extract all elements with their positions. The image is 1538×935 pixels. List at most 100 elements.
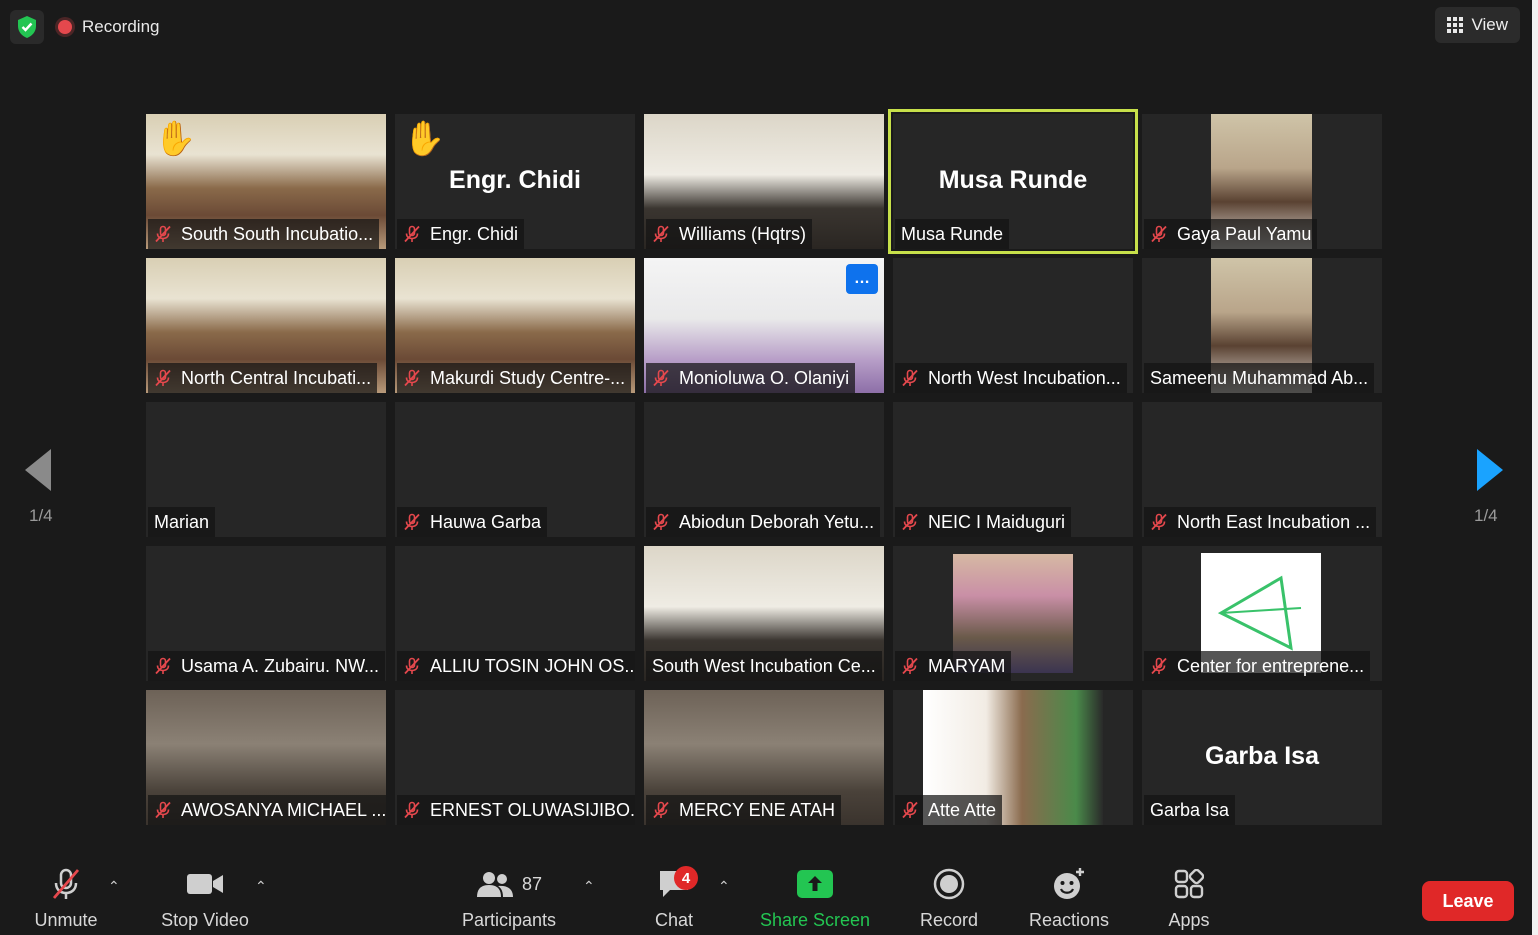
reactions-label: Reactions: [1028, 910, 1110, 930]
participant-name: Engr. Chidi: [430, 223, 519, 244]
reactions-button[interactable]: Reactions: [1024, 858, 1114, 935]
participant-name-label: North West Incubation...: [895, 363, 1127, 393]
participant-tile[interactable]: MARYAM: [893, 546, 1133, 681]
participant-name: North West Incubation...: [928, 367, 1121, 388]
meeting-topbar: Recording View: [0, 0, 1538, 56]
participant-name-label: ERNEST OLUWASIJIBO...: [397, 795, 635, 825]
participant-tile[interactable]: North Central Incubati...: [146, 258, 386, 393]
participant-tile[interactable]: Marian: [146, 402, 386, 537]
recording-indicator[interactable]: Recording: [58, 12, 160, 42]
chat-button[interactable]: 4 Chat: [650, 858, 698, 935]
participant-name: Musa Runde: [901, 223, 1004, 244]
video-camera-icon: [186, 858, 224, 910]
participant-name: Marian: [154, 511, 210, 532]
share-screen-button[interactable]: Share Screen: [758, 858, 872, 935]
participants-options-caret-icon[interactable]: ⌃: [583, 878, 595, 895]
participant-tile[interactable]: Engr. Chidi ✋ Engr. Chidi: [395, 114, 635, 249]
unmute-button[interactable]: Unmute: [28, 858, 104, 935]
record-label: Record: [919, 910, 979, 930]
apps-button[interactable]: Apps: [1160, 858, 1218, 935]
muted-mic-icon: [404, 801, 420, 819]
video-options-caret-icon[interactable]: ⌃: [255, 878, 267, 895]
view-button[interactable]: View: [1435, 7, 1520, 43]
participant-name: Atte Atte: [928, 799, 997, 820]
participant-name-label: Center for entreprene...: [1144, 651, 1371, 681]
participant-tile[interactable]: Makurdi Study Centre-...: [395, 258, 635, 393]
muted-mic-icon: [653, 225, 669, 243]
participant-tile[interactable]: Atte Atte: [893, 690, 1133, 825]
muted-mic-icon: [404, 225, 420, 243]
participant-name-label: Makurdi Study Centre-...: [397, 363, 632, 393]
participant-name: MERCY ENE ATAH: [679, 799, 836, 820]
audio-options-caret-icon[interactable]: ⌃: [108, 878, 120, 895]
meeting-toolbar: Unmute ⌃ Stop Video ⌃ 87 Participants ⌃ …: [0, 858, 1532, 935]
tile-more-options-button[interactable]: …: [846, 264, 878, 294]
participant-name-label: ALLIU TOSIN JOHN OS...: [397, 651, 635, 681]
participant-name-label: Marian: [148, 507, 216, 537]
participant-display-name: Musa Runde: [938, 166, 1088, 194]
muted-mic-icon: [1151, 657, 1167, 675]
participant-tile[interactable]: Musa Runde Musa Runde: [888, 109, 1138, 254]
participant-count: 87: [521, 873, 543, 894]
participant-display-name: Garba Isa: [1205, 742, 1319, 770]
next-page-button[interactable]: [1470, 448, 1510, 492]
participants-icon-row: 87: [476, 858, 542, 910]
participants-button[interactable]: 87 Participants: [456, 858, 562, 935]
participant-name-label: Engr. Chidi: [397, 219, 525, 249]
muted-mic-icon: [155, 657, 171, 675]
participant-name: South South Incubatio...: [181, 223, 374, 244]
participant-tile[interactable]: North West Incubation...: [893, 258, 1133, 393]
record-button[interactable]: Record: [914, 858, 984, 935]
participant-tile[interactable]: Williams (Hqtrs): [644, 114, 884, 249]
apps-icon: [1174, 858, 1204, 910]
participant-tile[interactable]: North East Incubation ...: [1142, 402, 1382, 537]
participant-tile[interactable]: NEIC I Maiduguri: [893, 402, 1133, 537]
participant-tile[interactable]: Abiodun Deborah Yetu...: [644, 402, 884, 537]
leave-button[interactable]: Leave: [1422, 881, 1514, 921]
participant-name: MARYAM: [928, 655, 1006, 676]
window-edge: [1532, 0, 1538, 935]
muted-mic-icon: [653, 801, 669, 819]
muted-mic-icon: [155, 225, 171, 243]
muted-mic-icon: [404, 513, 420, 531]
participant-name-label: Gaya Paul Yamu: [1144, 219, 1318, 249]
participant-name: Center for entreprene...: [1177, 655, 1365, 676]
participant-name-label: Usama A. Zubairu. NW...: [148, 651, 386, 681]
participant-tile[interactable]: South West Incubation Ce...: [644, 546, 884, 681]
participant-tile[interactable]: Sameenu Muhammad Ab...: [1142, 258, 1382, 393]
stop-video-label: Stop Video: [161, 910, 249, 930]
chat-icon: 4: [658, 858, 698, 910]
participant-name: North Central Incubati...: [181, 367, 372, 388]
security-shield-icon[interactable]: [10, 10, 44, 44]
muted-mic-icon: [404, 657, 420, 675]
participant-name: North East Incubation ...: [1177, 511, 1371, 532]
participant-display-name: Engr. Chidi: [449, 166, 581, 194]
previous-page-button[interactable]: [18, 448, 58, 492]
participant-name: Williams (Hqtrs): [679, 223, 806, 244]
muted-mic-icon: [155, 801, 171, 819]
record-icon: [933, 858, 965, 910]
chat-options-caret-icon[interactable]: ⌃: [718, 878, 730, 895]
participant-tile[interactable]: ✋ South South Incubatio...: [146, 114, 386, 249]
participant-tile[interactable]: AWOSANYA MICHAEL ...: [146, 690, 386, 825]
participant-name-label: South West Incubation Ce...: [646, 651, 882, 681]
participant-name-label: Garba Isa: [1144, 795, 1236, 825]
participant-tile[interactable]: MERCY ENE ATAH: [644, 690, 884, 825]
participant-name: Sameenu Muhammad Ab...: [1150, 367, 1369, 388]
participant-tile[interactable]: Center for entreprene...: [1142, 546, 1382, 681]
participant-gallery: ✋ South South Incubatio... Engr. Chidi ✋ Eng…: [146, 109, 1382, 825]
participant-name-label: AWOSANYA MICHAEL ...: [148, 795, 386, 825]
participant-name-label: Abiodun Deborah Yetu...: [646, 507, 881, 537]
previous-arrow-icon: [25, 449, 51, 491]
stop-video-button[interactable]: Stop Video: [156, 858, 254, 935]
participant-tile[interactable]: Hauwa Garba: [395, 402, 635, 537]
participant-name-label: North Central Incubati...: [148, 363, 378, 393]
participant-tile[interactable]: Usama A. Zubairu. NW...: [146, 546, 386, 681]
participant-tile[interactable]: Gaya Paul Yamu: [1142, 114, 1382, 249]
share-screen-label: Share Screen: [759, 910, 871, 930]
participant-tile[interactable]: Garba Isa Garba Isa: [1142, 690, 1382, 825]
participant-tile[interactable]: … Monioluwa O. Olaniyi: [644, 258, 884, 393]
participant-tile[interactable]: ERNEST OLUWASIJIBO...: [395, 690, 635, 825]
participant-name: Garba Isa: [1150, 799, 1230, 820]
participant-tile[interactable]: ALLIU TOSIN JOHN OS...: [395, 546, 635, 681]
